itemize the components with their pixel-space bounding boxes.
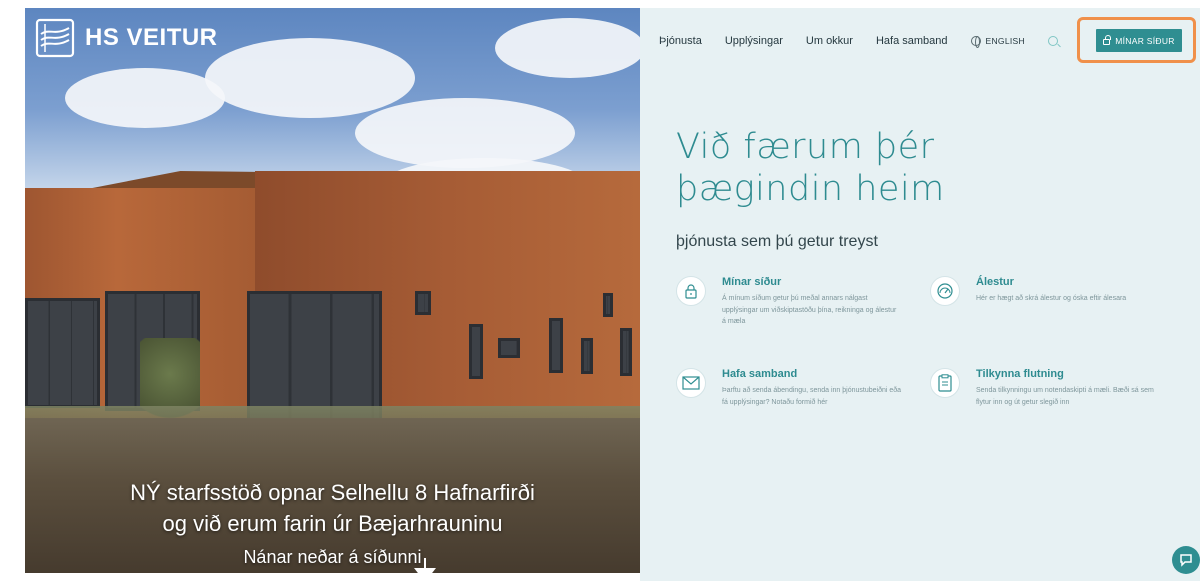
building-window xyxy=(498,338,520,358)
hero-banner: NÝ starfsstöð opnar Selhellu 8 Hafnarfir… xyxy=(25,8,640,573)
mail-icon xyxy=(676,368,706,398)
language-label: ENGLISH xyxy=(985,36,1025,46)
building-window xyxy=(549,318,563,373)
building-window xyxy=(603,293,613,317)
clipboard-icon xyxy=(930,368,960,398)
feature-description: Hér er hægt að skrá álestur og óska efti… xyxy=(976,295,1127,302)
main-nav: Þjónusta Upplýsingar Um okkur Hafa samba… xyxy=(659,28,1088,54)
language-switch[interactable]: ENGLISH xyxy=(970,36,1025,48)
page-headline: Við færum þér þægindin heim xyxy=(676,126,945,210)
nav-item-um-okkur[interactable]: Um okkur xyxy=(806,35,853,47)
chat-icon xyxy=(1180,554,1192,567)
building-window xyxy=(620,328,632,376)
arrow-down-icon[interactable] xyxy=(414,558,436,573)
feature-description: Á mínum síðum getur þú meðal annars nálg… xyxy=(722,295,897,325)
cloud xyxy=(65,68,225,128)
feature-title: Mínar síður xyxy=(722,276,782,288)
feature-title: Álestur xyxy=(976,276,1014,288)
hero-headline-line2: og við erum farin úr Bæjarhrauninu xyxy=(162,511,503,536)
chat-button[interactable] xyxy=(1172,546,1200,574)
cloud xyxy=(495,18,640,78)
search-icon[interactable] xyxy=(1047,36,1058,46)
lock-icon xyxy=(676,276,706,306)
headline-line2: þægindin heim xyxy=(676,169,945,209)
brand-name: HS VEITUR xyxy=(85,24,218,51)
nav-item-thjonusta[interactable]: Þjónusta xyxy=(659,35,702,47)
feature-description: Senda tilkynningu um notendaskipti á mæl… xyxy=(976,387,1154,406)
nav-item-upplysingar[interactable]: Upplýsingar xyxy=(725,35,783,47)
globe-icon xyxy=(970,36,981,48)
cloud xyxy=(205,38,415,118)
building-window xyxy=(415,291,431,315)
headline-line1: Við færum þér xyxy=(676,127,935,167)
lock-icon xyxy=(1103,35,1111,45)
building-window xyxy=(581,338,593,374)
building-window xyxy=(25,298,100,408)
gauge-icon xyxy=(930,276,960,306)
login-button-label: MÍNAR SÍÐUR xyxy=(1115,35,1175,46)
feature-title: Hafa samband xyxy=(722,368,798,380)
logo-waves-icon xyxy=(35,18,75,58)
hero-more-link[interactable]: Nánar neðar á síðunni xyxy=(25,547,640,568)
page-subheading: þjónusta sem þú getur treyst xyxy=(676,233,878,250)
feature-title: Tilkynna flutning xyxy=(976,368,1064,380)
logo[interactable]: HS VEITUR xyxy=(35,18,218,58)
login-button[interactable]: MÍNAR SÍÐUR xyxy=(1096,29,1182,52)
building-window xyxy=(469,324,483,379)
nav-item-hafa-samband[interactable]: Hafa samband xyxy=(876,35,948,47)
hero-headline-line1: NÝ starfsstöð opnar Selhellu 8 Hafnarfir… xyxy=(130,480,535,505)
feature-description: Þarftu að senda ábendingu, senda inn þjó… xyxy=(722,387,902,406)
